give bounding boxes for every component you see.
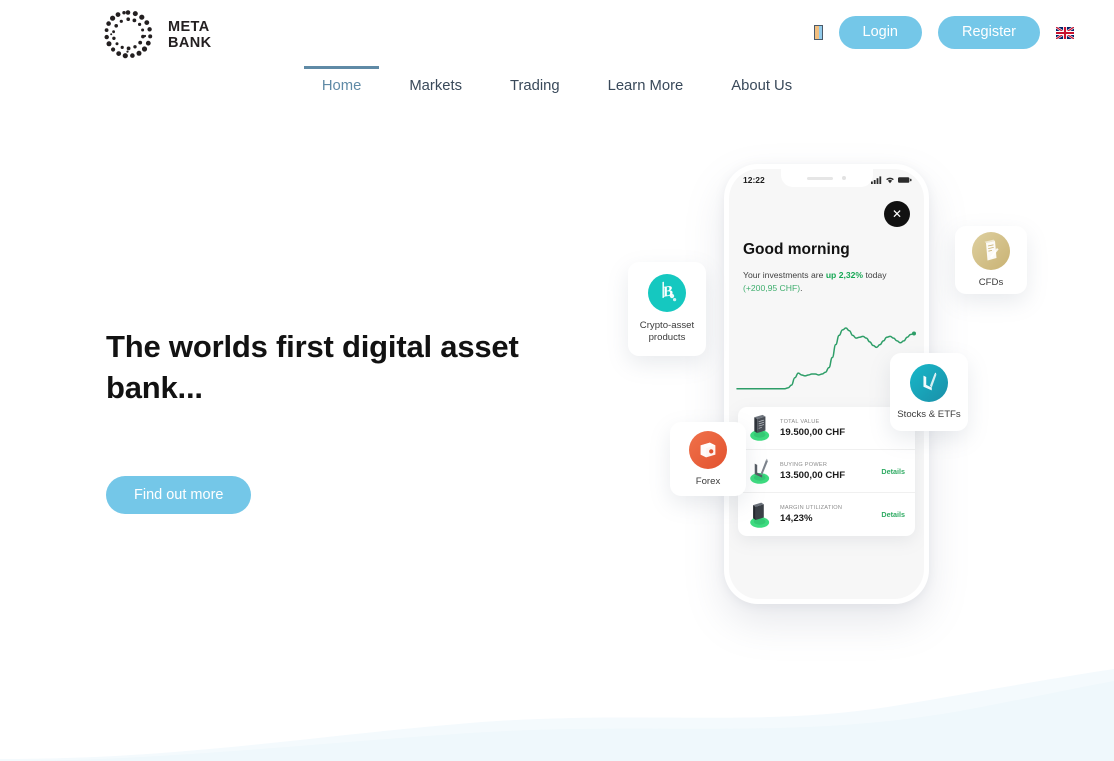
bitcoin-icon-wrap: B [648, 274, 686, 313]
wallet-icon [700, 442, 716, 457]
header-actions: Login Register [813, 16, 1074, 49]
summary-chf-change: (+200,95 CHF) [743, 283, 801, 293]
status-bar-time: 12:22 [743, 175, 765, 185]
nav-item-learn-more[interactable]: Learn More [584, 66, 708, 100]
stats-panel: TOTAL VALUE 19.500,00 CHF BUYING POWER 1… [738, 407, 915, 536]
stat-row-margin-utilization[interactable]: MARGIN UTILIZATION 14,23% Details [738, 493, 915, 536]
phone-mockup-illustration: 12:22 ✕ Good morning Your investments ar… [600, 150, 1114, 620]
feature-card-stocks-etfs[interactable]: Stocks & ETFs [890, 353, 968, 431]
login-button[interactable]: Login [838, 16, 922, 49]
stat-details-link[interactable]: Details [881, 467, 905, 476]
dotted-circle-logo-icon [104, 10, 153, 59]
main-navigation: Home Markets Trading Learn More About Us [0, 66, 1114, 100]
feature-card-label: Forex [695, 475, 721, 487]
stat-texts: BUYING POWER 13.500,00 CHF [780, 462, 881, 481]
stat-value: 13.500,00 CHF [780, 469, 846, 481]
stat-value: 19.500,00 CHF [780, 426, 846, 438]
stat-row-buying-power[interactable]: BUYING POWER 13.500,00 CHF Details [738, 450, 915, 493]
hero-section: The worlds first digital asset bank... F… [106, 326, 576, 514]
summary-suffix: . [800, 283, 803, 293]
green-check-arrow-icon [750, 458, 770, 484]
speaker-icon [807, 176, 833, 180]
feature-card-cfds[interactable]: CFDs [955, 226, 1027, 294]
unknown-glyph-icon[interactable] [813, 25, 823, 40]
site-header: META BANK Login Register [0, 0, 1114, 68]
chart-arrow-icon-wrap [910, 363, 948, 402]
contract-scroll-icon [984, 239, 999, 260]
page-title: The worlds first digital asset bank... [106, 329, 519, 405]
summary-middle: today [863, 270, 887, 280]
close-icon[interactable]: ✕ [884, 201, 910, 227]
brand-name-line1: META [168, 19, 210, 35]
nav-item-markets[interactable]: Markets [385, 66, 486, 100]
green-cylinder-icon [750, 502, 770, 528]
feature-card-forex[interactable]: Forex [670, 422, 746, 496]
contract-scroll-icon-wrap [972, 231, 1010, 270]
bitcoin-icon: B [662, 281, 677, 302]
stat-row-total-value[interactable]: TOTAL VALUE 19.500,00 CHF [738, 407, 915, 450]
stat-texts: MARGIN UTILIZATION 14,23% [780, 505, 881, 524]
status-bar-icons [871, 176, 912, 184]
stat-value: 14,23% [780, 513, 813, 524]
landing-page: META BANK Login Register Home Markets Tr… [0, 0, 1114, 761]
summary-percent: up 2,32% [825, 270, 864, 280]
wifi-icon [886, 177, 894, 184]
feature-card-label: CFDs [978, 276, 1004, 288]
bottom-wave-decoration [0, 669, 1114, 761]
nav-item-home[interactable]: Home [298, 66, 385, 100]
feature-card-crypto-assets[interactable]: B Crypto-asset products [628, 262, 706, 356]
stat-label: TOTAL VALUE [780, 418, 820, 425]
chart-arrow-icon [923, 371, 937, 390]
find-out-more-button[interactable]: Find out more [106, 476, 252, 514]
brand-logo[interactable]: META BANK [100, 7, 212, 63]
stat-texts: TOTAL VALUE 19.500,00 CHF [780, 419, 905, 438]
feature-card-label: Crypto-asset products [639, 320, 695, 343]
wallet-icon-wrap [689, 430, 727, 469]
nav-item-about-us[interactable]: About Us [707, 66, 816, 100]
greeting-heading: Good morning [743, 241, 850, 258]
stat-details-link[interactable]: Details [881, 510, 905, 519]
register-button[interactable]: Register [938, 16, 1040, 49]
green-document-stack-icon [750, 414, 770, 441]
investment-summary-text: Your investments are up 2,32% today (+20… [743, 269, 913, 295]
camera-icon [842, 176, 846, 180]
stat-label: MARGIN UTILIZATION [780, 505, 843, 511]
brand-name: META BANK [168, 19, 212, 51]
phone-notch [780, 169, 873, 187]
nav-item-trading[interactable]: Trading [486, 66, 584, 100]
brand-name-line2: BANK [168, 35, 212, 51]
summary-prefix: Your investments are [743, 270, 826, 280]
stat-label: BUYING POWER [780, 461, 828, 468]
cellular-signal-icon [871, 176, 882, 184]
feature-card-label: Stocks & ETFs [897, 408, 961, 420]
battery-icon [898, 177, 912, 183]
uk-flag-icon[interactable] [1056, 26, 1074, 39]
